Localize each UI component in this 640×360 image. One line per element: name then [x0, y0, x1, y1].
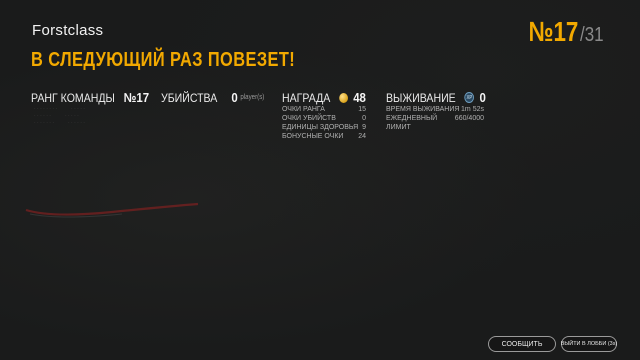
- survival-row: ВРЕМЯ ВЫЖИВАНИЯ 1m 52s: [386, 105, 484, 114]
- survival-xp-icon: XP: [464, 92, 475, 103]
- survival-row-value: 660/4000: [454, 115, 484, 122]
- reward-row-value: 15: [358, 106, 366, 113]
- team-rank-value: №17: [123, 90, 150, 105]
- reward-breakdown: ОЧКИ РАНГА 15 ОЧКИ УБИЙСТВ 0 ЕДИНИЦЫ ЗДО…: [282, 105, 366, 141]
- reward-row: ЕДИНИЦЫ ЗДОРОВЬЯ 9: [282, 123, 366, 132]
- kills-stat: УБИЙСТВА 0 player(s): [161, 90, 264, 105]
- survival-value: 0: [479, 90, 486, 105]
- survival-label: ВЫЖИВАНИЕ: [386, 90, 456, 105]
- faded-team-list: · · · · · · · · · · · · · · · · · · · · · …: [34, 106, 85, 126]
- reward-row: БОНУСНЫЕ ОЧКИ 24: [282, 132, 366, 141]
- result-message: В СЛЕДУЮЩИЙ РАЗ ПОВЕЗЕТ!: [31, 49, 296, 71]
- reward-row: ОЧКИ УБИЙСТВ 0: [282, 114, 366, 123]
- kills-value: 0: [231, 90, 238, 105]
- team-rank-stat: РАНГ КОМАНДЫ №17: [31, 90, 149, 105]
- reward-row-value: 24: [358, 133, 366, 140]
- background-slash-decoration: [25, 202, 199, 218]
- rank-number: №17: [528, 16, 579, 47]
- reward-stat: НАГРАДА 48: [282, 90, 366, 105]
- final-rank: №17 /31: [516, 16, 608, 48]
- reward-value: 48: [353, 90, 366, 105]
- coin-icon: [339, 92, 348, 103]
- survival-row: ЕЖЕДНЕВНЫЙ ЛИМИТ 660/4000: [386, 114, 484, 131]
- reward-row-value: 0: [362, 115, 366, 122]
- exit-to-lobby-button[interactable]: ВЫЙТИ В ЛОББИ (3s): [561, 336, 617, 352]
- survival-row-value: 1m 52s: [461, 106, 484, 113]
- reward-row-label: ОЧКИ УБИЙСТВ: [282, 115, 336, 122]
- reward-row-label: ЕДИНИЦЫ ЗДОРОВЬЯ: [282, 124, 359, 131]
- survival-stat: ВЫЖИВАНИЕ XP 0: [386, 90, 486, 105]
- reward-row: ОЧКИ РАНГА 15: [282, 105, 366, 114]
- player-name: Forstclass: [32, 22, 104, 39]
- survival-row-label: ЕЖЕДНЕВНЫЙ ЛИМИТ: [386, 115, 438, 131]
- kills-label: УБИЙСТВА: [161, 90, 218, 105]
- team-rank-label: РАНГ КОМАНДЫ: [31, 90, 115, 105]
- reward-label: НАГРАДА: [282, 90, 331, 105]
- rank-total: /31: [580, 24, 604, 46]
- survival-row-label: ВРЕМЯ ВЫЖИВАНИЯ: [386, 106, 460, 113]
- survival-breakdown: ВРЕМЯ ВЫЖИВАНИЯ 1m 52s ЕЖЕДНЕВНЫЙ ЛИМИТ …: [386, 105, 484, 131]
- kills-unit: player(s): [240, 94, 265, 101]
- reward-row-label: БОНУСНЫЕ ОЧКИ: [282, 133, 344, 140]
- reward-row-value: 9: [362, 124, 366, 131]
- reward-row-label: ОЧКИ РАНГА: [282, 106, 325, 113]
- report-button[interactable]: СООБЩИТЬ: [488, 336, 556, 352]
